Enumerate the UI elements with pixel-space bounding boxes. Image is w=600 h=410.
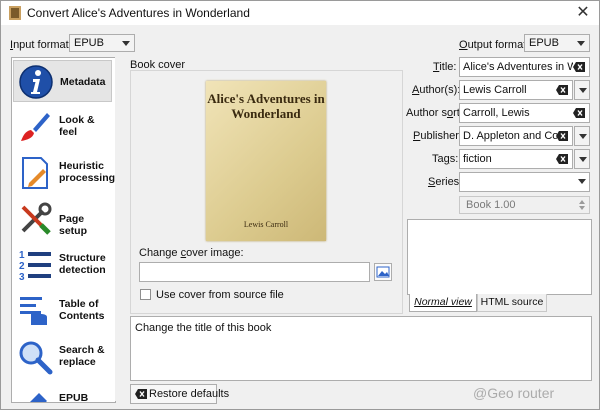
browse-cover-button[interactable] — [374, 263, 392, 281]
tab-html-source-label: HTML source — [480, 296, 544, 308]
input-format-value: EPUB — [74, 37, 104, 49]
output-format-label: Output format: — [459, 39, 530, 51]
chevron-down-icon — [578, 179, 586, 184]
sidebar-item-label: Page setup — [59, 213, 88, 237]
convert-dialog: Convert Alice's Adventures in Wonderland… — [0, 0, 600, 410]
paintbrush-icon — [21, 113, 50, 141]
tags-value: fiction — [463, 153, 492, 165]
sidebar-item-label: EPUB — [59, 392, 89, 403]
clear-icon[interactable] — [556, 154, 568, 164]
chevron-down-icon — [577, 41, 585, 46]
title-field[interactable]: Alice's Adventures in Wonderland — [459, 57, 590, 77]
tab-normal-view[interactable]: Normal view — [409, 294, 477, 312]
watermark: @Geo router — [473, 385, 555, 401]
series-dropdown[interactable] — [574, 172, 590, 192]
title-label: Title: — [433, 61, 457, 73]
clear-icon[interactable] — [556, 131, 568, 141]
sidebar-item-label: Look & feel — [59, 114, 95, 138]
change-cover-label: Change cover image: — [139, 247, 244, 259]
sidebar-item-look-feel[interactable]: Look & feel — [13, 106, 112, 148]
chevron-down-icon — [579, 88, 587, 93]
info-icon — [19, 65, 53, 99]
authors-field[interactable]: Lewis Carroll — [459, 80, 573, 100]
series-field[interactable] — [459, 172, 590, 192]
authors-dropdown[interactable] — [574, 80, 590, 100]
output-format-value: EPUB — [529, 37, 559, 49]
book-cover-image: Alice's Adventures in Wonderland Lewis C… — [206, 81, 326, 241]
sidebar-item-epub[interactable]: EPUB — [13, 382, 112, 403]
svg-text:3: 3 — [19, 272, 25, 283]
svg-text:1: 1 — [19, 250, 25, 261]
book-cover-author: Lewis Carroll — [243, 220, 289, 229]
author-sort-label: Author sort: — [406, 107, 463, 119]
toc-pointer-icon — [20, 297, 47, 325]
tab-normal-view-label: Normal view — [414, 296, 472, 308]
title-bar: Convert Alice's Adventures in Wonderland… — [1, 1, 599, 25]
input-format-select[interactable]: EPUB — [69, 34, 135, 52]
tab-html-source[interactable]: HTML source — [477, 294, 547, 312]
clear-icon[interactable] — [556, 85, 568, 95]
title-value: Alice's Adventures in Wonderland — [463, 61, 573, 73]
publisher-dropdown[interactable] — [574, 126, 590, 146]
chevron-down-icon — [579, 157, 587, 162]
sidebar-scrollbar[interactable] — [115, 57, 127, 401]
magnifier-icon — [19, 341, 53, 375]
spin-arrows-icon[interactable] — [578, 199, 586, 211]
tools-icon — [21, 202, 52, 235]
tags-dropdown[interactable] — [574, 149, 590, 169]
sidebar-item-label: Search & replace — [59, 344, 105, 368]
author-sort-field[interactable]: Carroll, Lewis — [459, 103, 590, 123]
use-source-cover-checkbox[interactable] — [140, 289, 151, 300]
epub-icon — [30, 393, 47, 402]
comments-editor[interactable] — [407, 219, 592, 295]
cover-path-input[interactable] — [139, 262, 370, 282]
restore-defaults-label: Restore defaults — [149, 388, 230, 400]
sidebar-item-heuristic[interactable]: Heuristic processing — [13, 152, 116, 194]
sections-sidebar: Metadata Look & feel Heuristic processin… — [11, 57, 116, 403]
sidebar-item-structure[interactable]: 1 2 3 Structure detection — [13, 244, 112, 286]
sidebar-item-label: Heuristic processing — [59, 160, 116, 184]
help-text-area: Change the title of this book — [130, 316, 592, 381]
help-text: Change the title of this book — [135, 322, 272, 334]
sidebar-item-label: Structure detection — [59, 252, 106, 276]
publisher-field[interactable]: D. Appleton and Co — [459, 126, 573, 146]
series-label: Series: — [428, 176, 463, 188]
sidebar-item-metadata[interactable]: Metadata — [13, 60, 112, 102]
author-sort-value: Carroll, Lewis — [463, 107, 530, 119]
window-title: Convert Alice's Adventures in Wonderland — [27, 6, 250, 20]
chevron-down-icon — [579, 134, 587, 139]
authors-value: Lewis Carroll — [463, 84, 527, 96]
sidebar-item-label: Table of Contents — [59, 298, 105, 322]
document-edit-icon — [22, 157, 48, 189]
clear-icon[interactable] — [573, 62, 585, 72]
sidebar-item-label: Metadata — [60, 76, 106, 88]
publisher-label: Publisher: — [413, 130, 462, 142]
book-cover-title: Alice's Adventures in Wonderland — [207, 91, 325, 121]
tags-field[interactable]: fiction — [459, 149, 573, 169]
authors-label: Author(s): — [412, 84, 461, 96]
chevron-down-icon — [122, 41, 130, 46]
numbered-list-icon: 1 2 3 — [19, 250, 51, 283]
output-format-select[interactable]: EPUB — [524, 34, 590, 52]
tags-label: Tags: — [432, 153, 459, 165]
sidebar-item-page-setup[interactable]: Page setup — [13, 198, 112, 240]
sidebar-item-search-replace[interactable]: Search & replace — [13, 336, 112, 378]
input-format-label: Input format: — [10, 39, 72, 51]
sidebar-item-toc[interactable]: Table of Contents — [13, 290, 112, 332]
series-index-value: Book 1.00 — [466, 199, 516, 211]
clear-icon[interactable] — [573, 108, 585, 118]
publisher-value: D. Appleton and Co — [463, 130, 559, 142]
use-source-cover-label: Use cover from source file — [156, 289, 284, 301]
calibre-book-icon — [9, 6, 21, 20]
image-folder-icon — [376, 266, 390, 278]
svg-text:2: 2 — [19, 261, 25, 272]
restore-defaults-button[interactable]: Restore defaults — [130, 384, 229, 404]
clear-icon — [135, 389, 147, 399]
series-index-spinbox[interactable]: Book 1.00 — [459, 196, 590, 214]
close-button[interactable]: ✕ — [573, 3, 593, 23]
